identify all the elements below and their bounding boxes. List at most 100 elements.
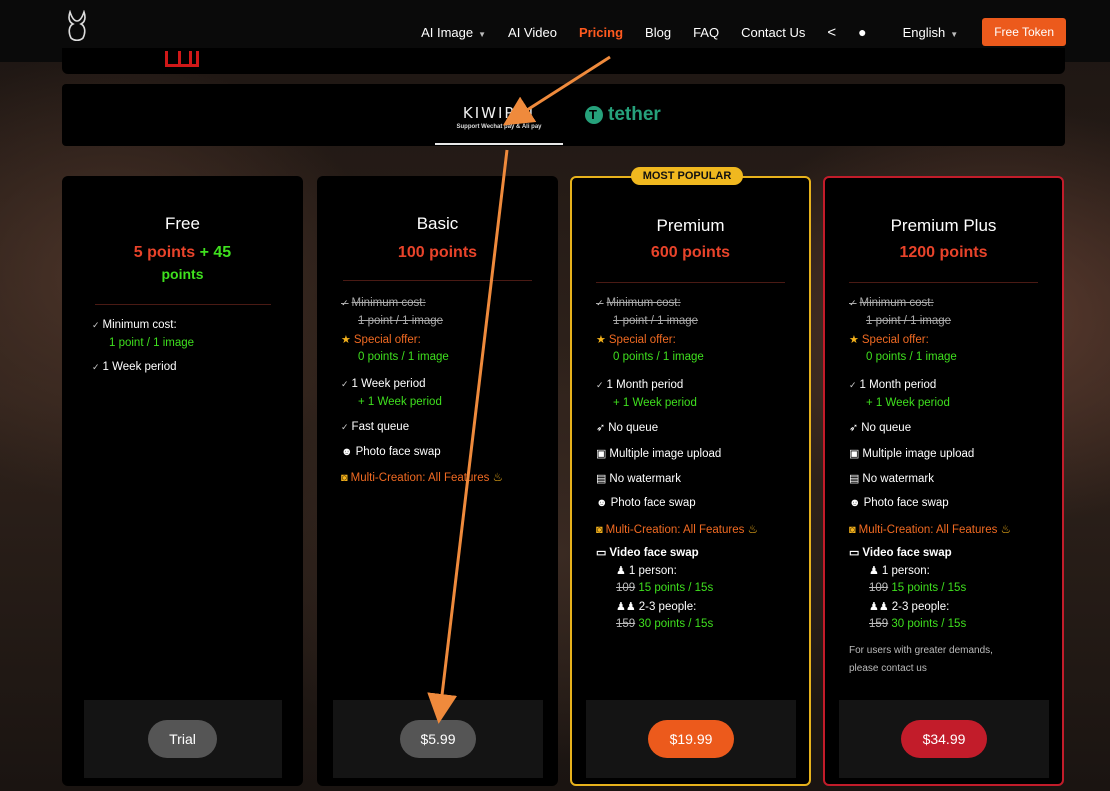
- feature-group-price: 159 30 points / 15s: [869, 618, 967, 630]
- divider: [849, 282, 1038, 283]
- rocket-icon: ➶: [596, 422, 606, 434]
- tether-icon: [585, 106, 603, 124]
- video-icon: ▭: [596, 547, 607, 559]
- feature-special-offer: ★ Special offer:: [596, 334, 676, 346]
- plan-points-bonus: points: [161, 266, 204, 282]
- feature-one-person-price: 109 15 points / 15s: [616, 582, 714, 594]
- feature-one-person: ♟ 1 person:: [616, 565, 677, 577]
- feature-period: ✓ 1 Month period: [596, 379, 684, 391]
- chevron-down-icon: ▼: [950, 29, 959, 39]
- feature-min-cost: ✓ Minimum cost:: [341, 297, 426, 309]
- nav-faq[interactable]: FAQ: [693, 25, 719, 40]
- nav-ai-video[interactable]: AI Video: [508, 25, 557, 40]
- kiwipin-option[interactable]: KIWIPIN Support Wechat pay & Ali pay: [435, 104, 563, 130]
- plan-title: Free: [165, 214, 200, 233]
- plan-card-premium-plus: Premium Plus 1200 points ✓ Minimum cost: …: [823, 176, 1064, 786]
- smile-icon: ☻: [341, 446, 353, 458]
- feature-special-offer-value: 0 points / 1 image: [613, 351, 704, 363]
- users-icon: ♟♟: [869, 601, 889, 613]
- feature-special-offer-value: 0 points / 1 image: [866, 351, 957, 363]
- selected-indicator: [435, 143, 563, 145]
- feature-special-offer: ★ Special offer:: [849, 334, 929, 346]
- feature-video-face-swap: ▭ Video face swap: [596, 547, 699, 559]
- nav-ai-image[interactable]: AI Image ▼: [421, 25, 486, 40]
- kiwipin-subtitle: Support Wechat pay & Ali pay: [456, 124, 542, 130]
- contact-note-line1: For users with greater demands,: [849, 645, 993, 656]
- rocket-icon: ➶: [849, 422, 859, 434]
- buy-premium-plus-button[interactable]: $34.99: [901, 720, 987, 758]
- feature-multi-upload: ▣ Multiple image upload: [849, 448, 975, 460]
- feature-period-bonus: + 1 Week period: [613, 397, 697, 409]
- feature-video-face-swap: ▭ Video face swap: [849, 547, 952, 559]
- star-icon: ★: [596, 334, 606, 346]
- plan-title: Premium: [656, 216, 725, 235]
- feature-group: ♟♟ 2-3 people:: [869, 601, 950, 613]
- feature-min-cost-value: 1 point / 1 image: [613, 315, 699, 327]
- contact-note-line2: please contact us: [849, 663, 927, 674]
- feature-fast-queue: ✓ Fast queue: [341, 421, 410, 433]
- plan-points: 1200 points: [899, 244, 988, 261]
- feature-photo-face-swap: ☻ Photo face swap: [596, 497, 696, 509]
- tether-label: tether: [608, 104, 661, 125]
- nav-contact-us[interactable]: Contact Us: [741, 25, 805, 40]
- plan-card-basic: Basic 100 points ✓ Minimum cost: 1 point …: [317, 176, 558, 786]
- plan-card-premium: Premium 600 points ✓ Minimum cost: 1 poin…: [570, 176, 811, 786]
- most-popular-badge: MOST POPULAR: [631, 167, 743, 185]
- watermark-icon: ▤: [596, 473, 607, 485]
- logo[interactable]: [64, 10, 90, 42]
- star-icon: ★: [341, 334, 351, 346]
- watermark-icon: ▤: [849, 473, 860, 485]
- previous-section: [62, 48, 1065, 74]
- feature-special-offer-value: 0 points / 1 image: [358, 351, 449, 363]
- feature-period: ✓ 1 Month period: [849, 379, 937, 391]
- kiwipin-logo: KIWIPIN: [462, 104, 536, 122]
- chevron-down-icon: ▼: [478, 29, 487, 39]
- check-icon: ✓: [92, 362, 100, 372]
- flame-icon: ♨: [1000, 524, 1011, 536]
- share-icon[interactable]: <: [827, 24, 836, 41]
- feature-special-offer: ★ Special offer:: [341, 334, 421, 346]
- brand-mark: [165, 51, 199, 67]
- camera-icon: ◙: [596, 524, 603, 536]
- divider: [95, 304, 271, 305]
- flame-icon: ♨: [747, 524, 758, 536]
- feature-multi-creation: ◙ Multi-Creation: All Features ♨: [849, 524, 1011, 536]
- plan-title: Basic: [416, 214, 459, 233]
- feature-no-queue: ➶ No queue: [596, 422, 659, 434]
- trial-button[interactable]: Trial: [148, 720, 217, 758]
- plan-title: Premium Plus: [890, 216, 997, 235]
- user-icon: ♟: [869, 565, 879, 577]
- feature-min-cost-value: 1 point / 1 image: [866, 315, 952, 327]
- feature-multi-creation: ◙ Multi-Creation: All Features ♨: [341, 472, 503, 484]
- user-icon: ♟: [616, 565, 626, 577]
- feature-photo-face-swap: ☻ Photo face swap: [849, 497, 949, 509]
- feature-one-person-price: 109 15 points / 15s: [869, 582, 967, 594]
- divider: [343, 280, 532, 281]
- feature-period-bonus: + 1 Week period: [358, 396, 442, 408]
- video-icon: ▭: [849, 547, 860, 559]
- flame-icon: ♨: [492, 472, 503, 484]
- check-icon: ✓: [92, 320, 100, 330]
- buy-premium-button[interactable]: $19.99: [648, 720, 734, 758]
- nav-menu: AI Image ▼ AI Video Pricing Blog FAQ Cont…: [399, 18, 1066, 46]
- feature-multi-creation: ◙ Multi-Creation: All Features ♨: [596, 524, 758, 536]
- smile-icon: ☻: [849, 497, 861, 509]
- plan-card-free: Free 5 points + 45 points ✓ Minimum cost:…: [62, 176, 303, 786]
- buy-basic-button[interactable]: $5.99: [400, 720, 476, 758]
- divider: [596, 282, 785, 283]
- images-icon: ▣: [849, 448, 860, 460]
- nav-blog[interactable]: Blog: [645, 25, 671, 40]
- language-select[interactable]: English ▼: [903, 25, 959, 40]
- nav-pricing[interactable]: Pricing: [579, 25, 623, 40]
- feature-group: ♟♟ 2-3 people:: [616, 601, 697, 613]
- feature-min-cost-value: 1 point / 1 image: [109, 337, 195, 349]
- free-token-button[interactable]: Free Token: [982, 18, 1066, 46]
- feature-no-queue: ➶ No queue: [849, 422, 912, 434]
- payment-methods: KIWIPIN Support Wechat pay & Ali pay tet…: [62, 84, 1065, 146]
- plan-points: 5 points + 45: [133, 244, 232, 261]
- feature-min-cost: ✓ Minimum cost:: [849, 297, 934, 309]
- flame-icon[interactable]: ●: [858, 24, 866, 40]
- feature-min-cost-value: 1 point / 1 image: [358, 315, 444, 327]
- users-icon: ♟♟: [616, 601, 636, 613]
- tether-option[interactable]: tether: [585, 104, 661, 126]
